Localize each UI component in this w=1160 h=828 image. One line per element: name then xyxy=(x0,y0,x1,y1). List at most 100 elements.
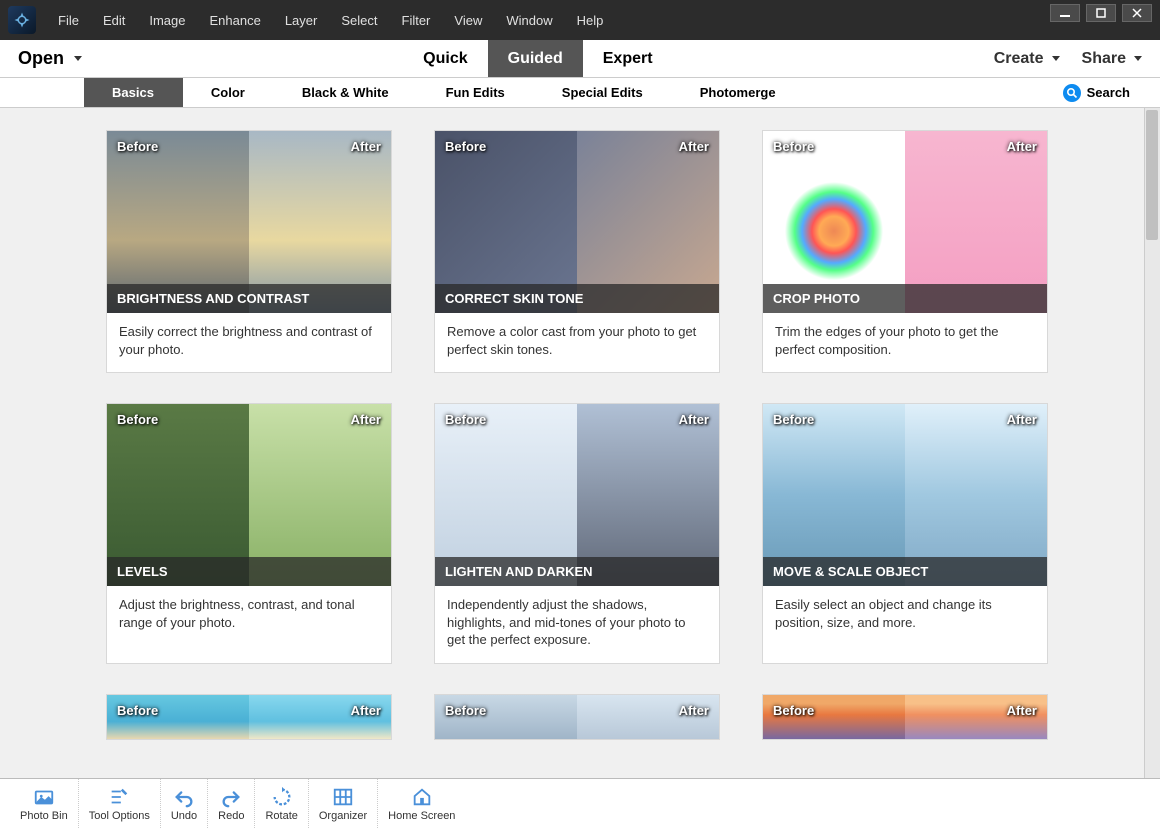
menu-window[interactable]: Window xyxy=(494,0,564,40)
card-title: CROP PHOTO xyxy=(763,284,1047,313)
tool-redo[interactable]: Redo xyxy=(208,779,255,828)
before-label: Before xyxy=(773,412,814,427)
menu-file[interactable]: File xyxy=(46,0,91,40)
after-label: After xyxy=(351,139,381,154)
card-description: Independently adjust the shadows, highli… xyxy=(435,586,719,663)
tab-quick[interactable]: Quick xyxy=(403,40,487,77)
tool-organizer[interactable]: Organizer xyxy=(309,779,378,828)
bottom-toolbar: Photo Bin Tool Options Undo Redo Rotate … xyxy=(0,778,1160,828)
after-label: After xyxy=(679,139,709,154)
tool-photo-bin[interactable]: Photo Bin xyxy=(10,779,79,828)
cat-bw[interactable]: Black & White xyxy=(274,78,418,107)
after-label: After xyxy=(351,412,381,427)
before-label: Before xyxy=(117,703,158,718)
guided-card[interactable]: Before After CROP PHOTOTrim the edges of y… xyxy=(762,130,1048,373)
card-description: Adjust the brightness, contrast, and ton… xyxy=(107,586,391,645)
card-grid: BeforeAfterBRIGHTNESS AND CONTRASTEasily… xyxy=(0,108,1160,762)
mode-tabs: Quick Guided Expert xyxy=(403,40,672,77)
before-label: Before xyxy=(773,139,814,154)
window-controls xyxy=(1050,4,1152,22)
after-label: After xyxy=(1007,412,1037,427)
card-thumbnail: Before After LEVELS xyxy=(107,404,391,586)
card-thumbnail: Before After CORRECT SKIN TONE xyxy=(435,131,719,313)
guided-card[interactable]: Before After xyxy=(762,694,1048,740)
chevron-down-icon xyxy=(1134,56,1142,61)
before-label: Before xyxy=(117,139,158,154)
menu-layer[interactable]: Layer xyxy=(273,0,330,40)
guided-card[interactable]: Before After xyxy=(106,694,392,740)
tool-options[interactable]: Tool Options xyxy=(79,779,161,828)
open-label: Open xyxy=(18,48,64,69)
tab-expert[interactable]: Expert xyxy=(583,40,673,77)
before-label: Before xyxy=(445,412,486,427)
card-description: Remove a color cast from your photo to g… xyxy=(435,313,719,372)
card-thumbnail: Before After xyxy=(107,695,391,739)
cat-basics[interactable]: Basics xyxy=(84,78,183,107)
card-thumbnail: Before After CROP PHOTO xyxy=(763,131,1047,313)
card-description: Trim the edges of your photo to get the … xyxy=(763,313,1047,372)
before-label: Before xyxy=(117,412,158,427)
tool-undo[interactable]: Undo xyxy=(161,779,208,828)
tab-guided[interactable]: Guided xyxy=(488,40,583,77)
menu-image[interactable]: Image xyxy=(137,0,197,40)
menu-enhance[interactable]: Enhance xyxy=(198,0,273,40)
menu-bar: File Edit Image Enhance Layer Select Fil… xyxy=(46,0,615,40)
card-thumbnail: Before After LIGHTEN AND DARKEN xyxy=(435,404,719,586)
before-label: Before xyxy=(445,703,486,718)
maximize-button[interactable] xyxy=(1086,4,1116,22)
before-label: Before xyxy=(773,703,814,718)
after-label: After xyxy=(1007,703,1037,718)
menu-filter[interactable]: Filter xyxy=(390,0,443,40)
card-title: BRIGHTNESS AND CONTRAST xyxy=(107,284,391,313)
guided-card[interactable]: Before After LEVELSAdjust the brightness, … xyxy=(106,403,392,664)
guided-card[interactable]: Before After xyxy=(434,694,720,740)
right-actions: Create Share xyxy=(994,50,1142,68)
titlebar: File Edit Image Enhance Layer Select Fil… xyxy=(0,0,1160,40)
menu-edit[interactable]: Edit xyxy=(91,0,137,40)
app-logo-icon xyxy=(8,6,36,34)
content-area: BeforeAfterBRIGHTNESS AND CONTRASTEasily… xyxy=(0,108,1160,778)
card-thumbnail: Before After xyxy=(435,695,719,739)
guided-card[interactable]: Before After BRIGHTNESS AND CONTRASTEasily… xyxy=(106,130,392,373)
card-description: Easily correct the brightness and contra… xyxy=(107,313,391,372)
open-button[interactable]: Open xyxy=(18,48,82,69)
card-title: LEVELS xyxy=(107,557,391,586)
tool-home[interactable]: Home Screen xyxy=(378,779,465,828)
close-button[interactable] xyxy=(1122,4,1152,22)
search-icon xyxy=(1063,84,1081,102)
after-label: After xyxy=(1007,139,1037,154)
search-button[interactable]: Search xyxy=(1063,78,1160,107)
cat-color[interactable]: Color xyxy=(183,78,274,107)
tool-rotate[interactable]: Rotate xyxy=(255,779,308,828)
guided-card[interactable]: Before After MOVE & SCALE OBJECTEasily sel… xyxy=(762,403,1048,664)
card-title: CORRECT SKIN TONE xyxy=(435,284,719,313)
after-label: After xyxy=(679,412,709,427)
card-thumbnail: Before After xyxy=(763,695,1047,739)
card-thumbnail: Before After BRIGHTNESS AND CONTRAST xyxy=(107,131,391,313)
card-thumbnail: Before After MOVE & SCALE OBJECT xyxy=(763,404,1047,586)
scrollbar-thumb[interactable] xyxy=(1146,110,1158,240)
menu-select[interactable]: Select xyxy=(329,0,389,40)
create-button[interactable]: Create xyxy=(994,50,1060,68)
category-bar: Basics Color Black & White Fun Edits Spe… xyxy=(0,78,1160,108)
share-button[interactable]: Share xyxy=(1082,50,1142,68)
card-description: Easily select an object and change its p… xyxy=(763,586,1047,645)
before-label: Before xyxy=(445,139,486,154)
mode-bar: Open Quick Guided Expert Create Share xyxy=(0,40,1160,78)
menu-view[interactable]: View xyxy=(442,0,494,40)
chevron-down-icon xyxy=(74,56,82,61)
card-title: LIGHTEN AND DARKEN xyxy=(435,557,719,586)
cat-photomerge[interactable]: Photomerge xyxy=(672,78,805,107)
minimize-button[interactable] xyxy=(1050,4,1080,22)
after-label: After xyxy=(679,703,709,718)
search-label: Search xyxy=(1087,85,1130,100)
menu-help[interactable]: Help xyxy=(565,0,616,40)
card-title: MOVE & SCALE OBJECT xyxy=(763,557,1047,586)
scrollbar[interactable] xyxy=(1144,108,1160,778)
guided-card[interactable]: Before After CORRECT SKIN TONERemove a col… xyxy=(434,130,720,373)
cat-fun[interactable]: Fun Edits xyxy=(418,78,534,107)
after-label: After xyxy=(351,703,381,718)
guided-card[interactable]: Before After LIGHTEN AND DARKENIndependent… xyxy=(434,403,720,664)
chevron-down-icon xyxy=(1052,56,1060,61)
cat-special[interactable]: Special Edits xyxy=(534,78,672,107)
